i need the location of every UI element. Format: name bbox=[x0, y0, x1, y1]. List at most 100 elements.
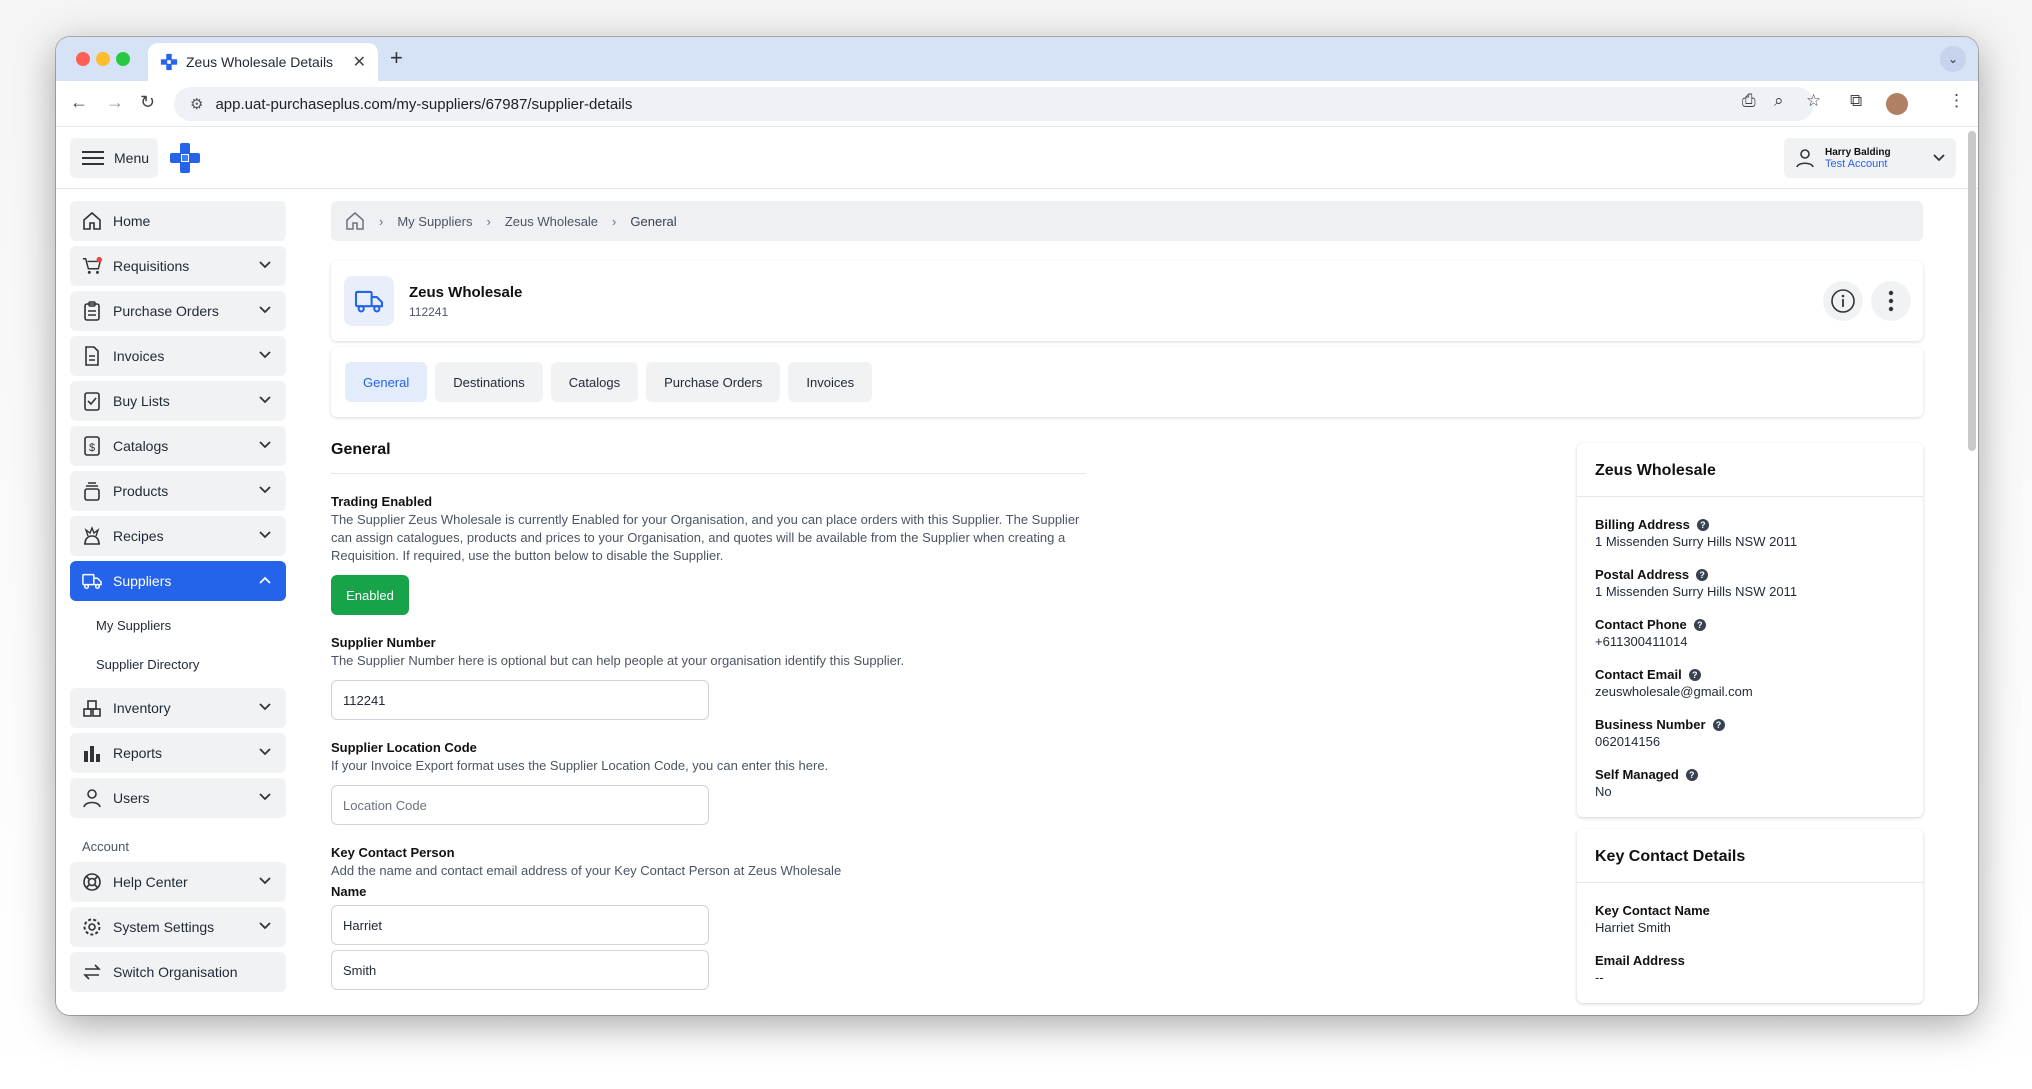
chevron-down-icon bbox=[1933, 154, 1945, 162]
sidebar-item-system-settings[interactable]: System Settings bbox=[70, 907, 286, 947]
clipboard-icon bbox=[82, 301, 102, 321]
contact-email-label: Contact Email? bbox=[1595, 667, 1905, 682]
sidebar-item-catalogs[interactable]: $ Catalogs bbox=[70, 426, 286, 466]
last-name-input[interactable]: Smith bbox=[331, 950, 709, 990]
sidebar-item-label: Help Center bbox=[113, 874, 188, 890]
more-vertical-icon bbox=[1888, 290, 1894, 312]
location-code-input[interactable]: Location Code bbox=[331, 785, 709, 825]
new-tab-button[interactable]: + bbox=[390, 45, 403, 71]
help-icon[interactable]: ? bbox=[1696, 568, 1709, 581]
url-text: app.uat-purchaseplus.com/my-suppliers/67… bbox=[215, 95, 633, 113]
supplier-header-card: Zeus Wholesale 112241 bbox=[331, 261, 1923, 341]
chevron-down-icon bbox=[259, 396, 271, 404]
sidebar-item-help-center[interactable]: Help Center bbox=[70, 862, 286, 902]
tab-strip: Zeus Wholesale Details ✕ + ⌄ bbox=[56, 37, 1978, 81]
supplier-number-input[interactable]: 112241 bbox=[331, 680, 709, 720]
maximize-window-button[interactable] bbox=[116, 52, 130, 66]
self-managed-label: Self Managed? bbox=[1595, 767, 1905, 782]
location-code-description: If your Invoice Export format uses the S… bbox=[331, 758, 829, 773]
install-app-icon[interactable]: ⎙ bbox=[1742, 91, 1756, 111]
lifebuoy-icon bbox=[82, 872, 102, 892]
sidebar-item-purchase-orders[interactable]: Purchase Orders bbox=[70, 291, 286, 331]
browser-window: Zeus Wholesale Details ✕ + ⌄ ← → ↻ ⚙ app… bbox=[56, 37, 1978, 1015]
breadcrumb-supplier[interactable]: Zeus Wholesale bbox=[505, 214, 598, 229]
profile-avatar[interactable] bbox=[1886, 93, 1908, 115]
user-account-menu[interactable]: Harry Balding Test Account bbox=[1784, 138, 1956, 178]
sidebar-subitem-supplier-directory[interactable]: Supplier Directory bbox=[70, 645, 286, 684]
sidebar-item-label: Catalogs bbox=[113, 438, 169, 454]
reload-icon[interactable]: ↻ bbox=[140, 92, 155, 113]
help-icon[interactable]: ? bbox=[1685, 768, 1698, 781]
supplier-name: Zeus Wholesale bbox=[409, 283, 523, 301]
sidebar-item-reports[interactable]: Reports bbox=[70, 733, 286, 773]
sidebar-item-invoices[interactable]: Invoices bbox=[70, 336, 286, 376]
sidebar-item-inventory[interactable]: Inventory bbox=[70, 688, 286, 728]
tab-catalogs[interactable]: Catalogs bbox=[550, 362, 639, 402]
info-card-title: Zeus Wholesale bbox=[1577, 443, 1923, 497]
sidebar-item-home[interactable]: Home bbox=[70, 201, 286, 241]
supplier-number-description: The Supplier Number here is optional but… bbox=[331, 653, 905, 668]
sidebar: Home Requisitions Purchase Orders Invoic… bbox=[70, 201, 286, 997]
enabled-toggle-button[interactable]: Enabled bbox=[331, 575, 409, 615]
breadcrumb: › My Suppliers › Zeus Wholesale › Genera… bbox=[331, 201, 1923, 241]
sidebar-item-label: Invoices bbox=[113, 348, 165, 364]
tab-invoices[interactable]: Invoices bbox=[788, 362, 873, 402]
user-icon bbox=[1796, 149, 1814, 168]
forward-icon[interactable]: → bbox=[106, 92, 124, 113]
more-options-button[interactable] bbox=[1871, 281, 1911, 321]
breadcrumb-my-suppliers[interactable]: My Suppliers bbox=[397, 214, 472, 229]
chevron-down-icon bbox=[259, 351, 271, 359]
home-icon[interactable] bbox=[345, 211, 365, 231]
sidebar-subitem-my-suppliers[interactable]: My Suppliers bbox=[70, 606, 286, 645]
minimize-window-button[interactable] bbox=[96, 52, 110, 66]
sidebar-item-suppliers[interactable]: Suppliers bbox=[70, 561, 286, 601]
tab-title: Zeus Wholesale Details bbox=[186, 54, 334, 70]
chevron-down-icon bbox=[259, 922, 271, 930]
truck-icon bbox=[82, 571, 102, 591]
sidebar-item-recipes[interactable]: Recipes bbox=[70, 516, 286, 556]
help-icon[interactable]: ? bbox=[1693, 618, 1706, 631]
trading-enabled-label: Trading Enabled bbox=[331, 494, 433, 509]
help-icon[interactable]: ? bbox=[1712, 718, 1725, 731]
main-content: › My Suppliers › Zeus Wholesale › Genera… bbox=[331, 201, 1923, 1003]
tab-search-icon[interactable]: ⌄ bbox=[1940, 46, 1966, 72]
browser-tab[interactable]: Zeus Wholesale Details ✕ bbox=[148, 43, 378, 81]
zoom-icon[interactable]: ⌕ bbox=[1774, 91, 1784, 111]
browser-menu-icon[interactable]: ⋮ bbox=[1948, 91, 1965, 111]
sidebar-item-requisitions[interactable]: Requisitions bbox=[70, 246, 286, 286]
menu-button[interactable]: Menu bbox=[70, 138, 158, 178]
billing-address-label: Billing Address? bbox=[1595, 517, 1905, 532]
email-address-label: Email Address bbox=[1595, 953, 1685, 968]
bookmark-star-icon[interactable]: ☆ bbox=[1806, 91, 1821, 111]
tab-general[interactable]: General bbox=[345, 362, 428, 402]
help-icon[interactable]: ? bbox=[1696, 518, 1709, 531]
close-window-button[interactable] bbox=[76, 52, 90, 66]
tab-destinations[interactable]: Destinations bbox=[435, 362, 543, 402]
sidebar-item-users[interactable]: Users bbox=[70, 778, 286, 818]
chevron-down-icon bbox=[259, 486, 271, 494]
sidebar-item-label: Recipes bbox=[113, 528, 164, 544]
extensions-icon[interactable]: ⧉ bbox=[1850, 91, 1862, 111]
help-icon[interactable]: ? bbox=[1688, 668, 1701, 681]
sidebar-item-label: Users bbox=[113, 790, 150, 806]
account-name: Test Account bbox=[1825, 157, 1888, 170]
sidebar-item-switch-organisation[interactable]: Switch Organisation bbox=[70, 952, 286, 992]
tab-purchase-orders[interactable]: Purchase Orders bbox=[646, 362, 781, 402]
checklist-icon bbox=[82, 391, 102, 411]
scrollbar-thumb[interactable] bbox=[1968, 131, 1976, 451]
site-settings-icon[interactable]: ⚙ bbox=[190, 95, 203, 113]
close-tab-icon[interactable]: ✕ bbox=[353, 52, 366, 72]
switch-icon bbox=[82, 962, 102, 982]
back-icon[interactable]: ← bbox=[70, 92, 88, 113]
sidebar-item-buy-lists[interactable]: Buy Lists bbox=[70, 381, 286, 421]
info-button[interactable] bbox=[1823, 281, 1863, 321]
contact-phone-label: Contact Phone? bbox=[1595, 617, 1905, 632]
sidebar-item-products[interactable]: Products bbox=[70, 471, 286, 511]
purchaseplus-logo[interactable] bbox=[168, 141, 202, 175]
address-bar[interactable]: ⚙ app.uat-purchaseplus.com/my-suppliers/… bbox=[174, 87, 1814, 121]
sidebar-item-label: Purchase Orders bbox=[113, 303, 219, 319]
chevron-down-icon bbox=[259, 793, 271, 801]
sidebar-item-label: Reports bbox=[113, 745, 163, 761]
first-name-input[interactable]: Harriet bbox=[331, 905, 709, 945]
general-section: General Trading Enabled The Supplier Zeu… bbox=[331, 441, 1086, 990]
